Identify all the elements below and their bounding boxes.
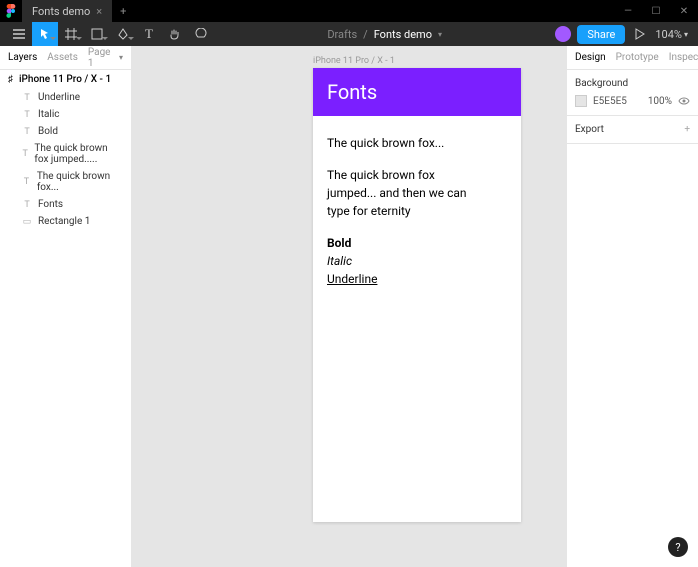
layer-item[interactable]: TFonts: [0, 196, 131, 213]
hamburger-menu-icon[interactable]: [6, 22, 32, 46]
layer-item[interactable]: TThe quick brown fox jumped.....: [0, 140, 131, 168]
layer-item[interactable]: ▭Rectangle 1: [0, 213, 131, 230]
background-hex-value[interactable]: E5E5E5: [593, 96, 642, 107]
comment-tool-icon[interactable]: [188, 22, 214, 46]
canvas-frame-label[interactable]: iPhone 11 Pro / X - 1: [313, 56, 395, 66]
artboard[interactable]: Fonts The quick brown fox... The quick b…: [313, 68, 521, 522]
frame-tool-icon[interactable]: [58, 22, 84, 46]
rectangle-layer-icon: ▭: [22, 217, 32, 227]
breadcrumb-separator: /: [363, 28, 368, 41]
layer-item[interactable]: TThe quick brown fox...: [0, 168, 131, 196]
right-panel-tabs: Design Prototype Inspect: [567, 46, 698, 70]
tab-design[interactable]: Design: [575, 52, 606, 63]
pen-tool-icon[interactable]: [110, 22, 136, 46]
layer-item[interactable]: TItalic: [0, 106, 131, 123]
window-close-icon[interactable]: ✕: [670, 6, 698, 17]
page-selector[interactable]: Page 1▾: [88, 47, 123, 69]
background-section: Background E5E5E5 100%: [567, 70, 698, 116]
left-panel-tabs: Layers Assets Page 1▾: [0, 46, 131, 70]
add-export-button[interactable]: +: [684, 124, 690, 135]
text-layer-icon: T: [22, 200, 32, 210]
left-panel: Layers Assets Page 1▾ ♯ iPhone 11 Pro / …: [0, 46, 132, 567]
document-tab[interactable]: Fonts demo ×: [22, 0, 112, 22]
artboard-text-1: The quick brown fox...: [327, 134, 507, 152]
artboard-text-bold: Bold: [327, 234, 507, 252]
artboard-text-2: The quick brown fox jumped... and then w…: [327, 166, 487, 220]
tab-assets[interactable]: Assets: [47, 52, 78, 63]
document-tab-label: Fonts demo: [32, 5, 90, 18]
export-section: Export +: [567, 116, 698, 144]
text-tool-icon[interactable]: T: [136, 22, 162, 46]
titlebar: Fonts demo × + — ☐ ✕: [0, 0, 698, 22]
right-panel: Design Prototype Inspect Background E5E5…: [566, 46, 698, 567]
tab-prototype[interactable]: Prototype: [616, 52, 659, 63]
background-color-swatch[interactable]: [575, 95, 587, 107]
zoom-level[interactable]: 104%▾: [655, 28, 692, 41]
layer-frame-root[interactable]: ♯ iPhone 11 Pro / X - 1: [0, 70, 131, 89]
close-tab-icon[interactable]: ×: [96, 5, 102, 18]
artboard-text-italic: Italic: [327, 252, 507, 270]
artboard-body: The quick brown fox... The quick brown f…: [313, 116, 521, 306]
layer-item[interactable]: TUnderline: [0, 89, 131, 106]
frame-icon: ♯: [8, 74, 13, 85]
canvas[interactable]: iPhone 11 Pro / X - 1 Fonts The quick br…: [132, 46, 566, 567]
background-opacity-value[interactable]: 100%: [648, 96, 672, 107]
toolbar: T Drafts / Fonts demo ▾ Share 104%▾: [0, 22, 698, 46]
text-layer-icon: T: [22, 127, 32, 137]
background-section-title: Background: [575, 78, 690, 89]
text-layer-icon: T: [22, 149, 28, 159]
chevron-down-icon[interactable]: ▾: [438, 30, 442, 39]
share-button[interactable]: Share: [577, 25, 625, 44]
tab-inspect[interactable]: Inspect: [669, 52, 698, 63]
window-minimize-icon[interactable]: —: [614, 6, 642, 17]
hand-tool-icon[interactable]: [162, 22, 188, 46]
export-section-title: Export: [575, 124, 604, 135]
text-layer-icon: T: [22, 177, 31, 187]
breadcrumb-folder[interactable]: Drafts: [327, 28, 357, 41]
text-layer-icon: T: [22, 93, 32, 103]
avatar[interactable]: [555, 26, 571, 42]
tab-layers[interactable]: Layers: [8, 52, 37, 63]
artboard-header: Fonts: [313, 68, 521, 116]
shape-tool-icon[interactable]: [84, 22, 110, 46]
present-icon[interactable]: [631, 28, 649, 40]
main-area: Layers Assets Page 1▾ ♯ iPhone 11 Pro / …: [0, 46, 698, 567]
window-maximize-icon[interactable]: ☐: [642, 6, 670, 17]
new-tab-button[interactable]: +: [112, 5, 134, 18]
text-layer-icon: T: [22, 110, 32, 120]
move-tool-icon[interactable]: [32, 22, 58, 46]
visibility-toggle-icon[interactable]: [678, 97, 690, 105]
layer-item[interactable]: TBold: [0, 123, 131, 140]
layer-frame-root-label: iPhone 11 Pro / X - 1: [19, 74, 111, 85]
help-button[interactable]: ?: [668, 537, 688, 557]
figma-logo-icon[interactable]: [0, 4, 22, 18]
artboard-text-underline: Underline: [327, 270, 507, 288]
breadcrumb-document[interactable]: Fonts demo: [374, 28, 432, 41]
